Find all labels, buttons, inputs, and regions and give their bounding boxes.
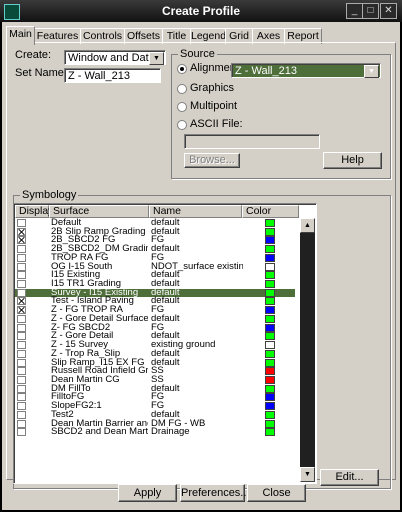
edit-button[interactable]: Edit... xyxy=(320,469,379,486)
close-window-button[interactable]: ✕ xyxy=(380,3,397,19)
browse-button[interactable]: Browse... xyxy=(184,153,240,168)
display-checkbox[interactable] xyxy=(17,367,26,376)
color-swatch[interactable] xyxy=(265,245,275,254)
name-cell: Drainage xyxy=(151,427,190,438)
help-button[interactable]: Help xyxy=(323,152,382,169)
color-swatch[interactable] xyxy=(265,367,275,376)
display-checkbox[interactable] xyxy=(17,253,26,262)
display-checkbox[interactable] xyxy=(17,323,26,332)
alignment-dropdown[interactable]: Z - Wall_213 ▼ xyxy=(231,63,381,78)
symbology-list[interactable]: Display Surface Name Color Default defaul… xyxy=(13,203,317,484)
surface-cell: SBCD2 and Dean Martin G xyxy=(51,427,148,438)
color-swatch[interactable] xyxy=(265,428,275,437)
color-swatch[interactable] xyxy=(265,419,275,428)
scroll-thumb[interactable] xyxy=(300,233,315,467)
display-checkbox[interactable] xyxy=(17,393,26,402)
color-swatch[interactable] xyxy=(265,402,275,411)
main-tab-panel: Create: Window and Data ▼ Set Name: Z - … xyxy=(6,42,396,489)
scroll-up-icon[interactable]: ▲ xyxy=(300,218,315,233)
color-swatch[interactable] xyxy=(265,262,275,271)
display-checkbox[interactable] xyxy=(17,314,26,323)
create-dropdown[interactable]: Window and Data ▼ xyxy=(64,50,166,65)
display-checkbox[interactable] xyxy=(17,280,26,289)
display-checkbox[interactable] xyxy=(17,288,26,297)
display-checkbox[interactable] xyxy=(17,358,26,367)
alignment-radio[interactable] xyxy=(177,64,187,74)
title-bar[interactable]: Create Profile _ □ ✕ xyxy=(0,0,402,22)
symbology-group-title: Symbology xyxy=(20,189,79,201)
column-header-display[interactable]: Display xyxy=(15,205,53,218)
color-swatch[interactable] xyxy=(265,375,275,384)
color-swatch[interactable] xyxy=(265,219,275,227)
display-checkbox[interactable] xyxy=(17,236,26,245)
color-swatch[interactable] xyxy=(265,271,275,280)
display-checkbox[interactable] xyxy=(17,219,26,227)
color-swatch[interactable] xyxy=(265,393,275,402)
color-swatch[interactable] xyxy=(265,410,275,419)
multipoint-label: Multipoint xyxy=(190,100,238,112)
graphics-radio[interactable] xyxy=(177,84,187,94)
create-value: Window and Data xyxy=(68,52,155,64)
column-header-surface[interactable]: Surface xyxy=(49,205,149,218)
dialog-body: Main Features Controls Offsets Title Leg… xyxy=(2,22,400,510)
display-checkbox[interactable] xyxy=(17,245,26,254)
color-swatch[interactable] xyxy=(265,358,275,367)
minimize-button[interactable]: _ xyxy=(346,3,363,19)
display-checkbox[interactable] xyxy=(17,271,26,280)
display-checkbox[interactable] xyxy=(17,375,26,384)
color-swatch[interactable] xyxy=(265,314,275,323)
color-swatch[interactable] xyxy=(265,280,275,289)
ascii-file-radio[interactable] xyxy=(177,120,187,130)
scroll-down-icon[interactable]: ▼ xyxy=(300,467,315,482)
close-button[interactable]: Close xyxy=(247,484,306,502)
maximize-button[interactable]: □ xyxy=(362,3,379,19)
display-checkbox[interactable] xyxy=(17,410,26,419)
source-group-title: Source xyxy=(178,48,217,60)
table-row[interactable]: SBCD2 and Dean Martin GDrainage xyxy=(15,427,295,438)
display-checkbox[interactable] xyxy=(17,384,26,393)
set-name-input[interactable]: Z - Wall_213 xyxy=(64,68,161,83)
display-checkbox[interactable] xyxy=(17,349,26,358)
color-swatch[interactable] xyxy=(265,288,275,297)
graphics-label: Graphics xyxy=(190,82,235,94)
color-swatch[interactable] xyxy=(265,253,275,262)
color-swatch[interactable] xyxy=(265,349,275,358)
color-swatch[interactable] xyxy=(265,323,275,332)
create-label: Create: xyxy=(15,49,52,61)
display-checkbox[interactable] xyxy=(17,402,26,411)
alignment-value: Z - Wall_213 xyxy=(235,65,297,77)
display-checkbox[interactable] xyxy=(17,428,26,437)
display-checkbox[interactable] xyxy=(17,306,26,315)
color-swatch[interactable] xyxy=(265,236,275,245)
ascii-file-input[interactable] xyxy=(184,134,320,149)
chevron-down-icon[interactable]: ▼ xyxy=(149,52,164,65)
display-checkbox[interactable] xyxy=(17,419,26,428)
column-header-name[interactable]: Name xyxy=(149,205,242,218)
color-swatch[interactable] xyxy=(265,384,275,393)
tab-main[interactable]: Main xyxy=(6,26,35,45)
display-checkbox[interactable] xyxy=(17,227,26,236)
apply-button[interactable]: Apply xyxy=(118,484,177,502)
display-checkbox[interactable] xyxy=(17,262,26,271)
source-group: Source Alignment: Z - Wall_213 ▼ Graphic… xyxy=(171,48,391,179)
color-swatch[interactable] xyxy=(265,297,275,306)
color-swatch[interactable] xyxy=(265,306,275,315)
set-name-label: Set Name: xyxy=(15,67,67,79)
color-swatch[interactable] xyxy=(265,227,275,236)
display-checkbox[interactable] xyxy=(17,341,26,350)
list-scrollbar[interactable]: ▲ ▼ xyxy=(300,218,315,482)
color-swatch[interactable] xyxy=(265,332,275,341)
display-checkbox[interactable] xyxy=(17,332,26,341)
create-profile-window: Create Profile _ □ ✕ Main Features Contr… xyxy=(0,0,402,512)
preferences-button[interactable]: Preferences... xyxy=(180,484,249,502)
ascii-file-label: ASCII File: xyxy=(190,118,243,130)
column-header-color[interactable]: Color xyxy=(242,205,299,218)
chevron-down-icon[interactable]: ▼ xyxy=(364,65,379,78)
multipoint-radio[interactable] xyxy=(177,102,187,112)
display-checkbox[interactable] xyxy=(17,297,26,306)
color-swatch[interactable] xyxy=(265,341,275,350)
window-title: Create Profile xyxy=(161,4,241,18)
